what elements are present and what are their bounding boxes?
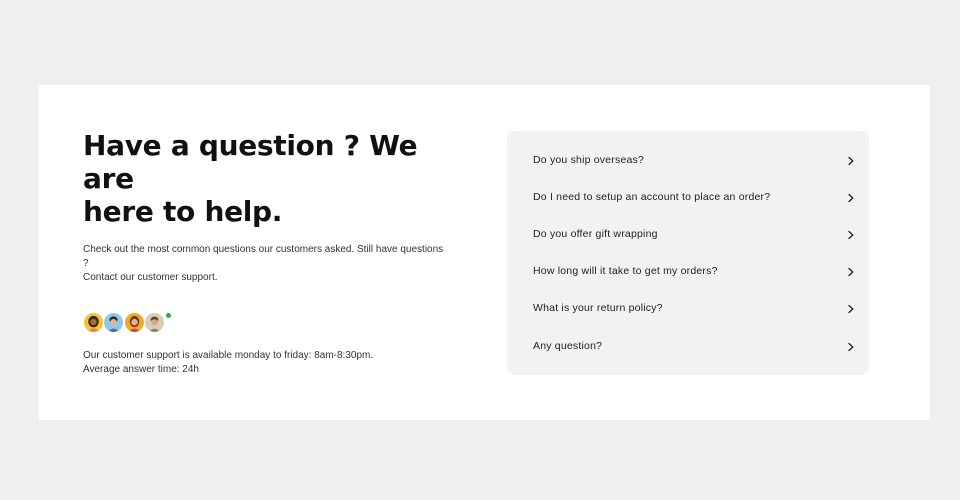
help-intro: Have a question ? We are here to help. C… bbox=[83, 129, 453, 377]
support-team-avatars bbox=[83, 312, 183, 334]
faq-item[interactable]: Any question? bbox=[507, 327, 869, 364]
page-title: Have a question ? We are here to help. bbox=[83, 129, 453, 228]
faq-item[interactable]: Do I need to setup an account to place a… bbox=[507, 178, 869, 215]
intro-line-2: Contact our customer support. bbox=[83, 272, 218, 283]
faq-list: Do you ship overseas? Do I need to setup… bbox=[507, 131, 869, 375]
chevron-right-icon bbox=[848, 268, 854, 277]
chevron-right-icon bbox=[848, 342, 854, 351]
chevron-right-icon bbox=[848, 193, 854, 202]
intro-text: Check out the most common questions our … bbox=[83, 243, 448, 285]
online-status-dot bbox=[165, 312, 172, 319]
title-line-2: here to help. bbox=[83, 195, 283, 228]
chevron-right-icon bbox=[848, 230, 854, 240]
chevron-right-icon bbox=[848, 305, 854, 314]
faq-item[interactable]: Do you offer gift wrapping bbox=[507, 215, 869, 252]
faq-section: Have a question ? We are here to help. C… bbox=[39, 85, 930, 420]
avatar-person-2 bbox=[103, 312, 124, 333]
faq-item[interactable]: How long will it take to get my orders? bbox=[507, 253, 869, 290]
title-line-1: Have a question ? We are bbox=[83, 129, 418, 195]
support-response-time: Average answer time: 24h bbox=[83, 364, 199, 375]
faq-question: What is your return policy? bbox=[533, 302, 663, 315]
faq-question: Do I need to setup an account to place a… bbox=[533, 190, 771, 203]
avatar-person-4 bbox=[144, 312, 165, 333]
avatar-person-3 bbox=[124, 312, 145, 333]
chevron-right-icon bbox=[848, 156, 854, 165]
faq-question: Do you ship overseas? bbox=[533, 153, 645, 166]
faq-item[interactable]: What is your return policy? bbox=[507, 290, 869, 327]
support-hours: Our customer support is available monday… bbox=[83, 350, 374, 361]
intro-line-1: Check out the most common questions our … bbox=[83, 244, 444, 269]
support-info: Our customer support is available monday… bbox=[83, 349, 453, 377]
avatar-person-1 bbox=[83, 312, 104, 333]
faq-question: Do you offer gift wrapping bbox=[533, 227, 658, 240]
faq-item[interactable]: Do you ship overseas? bbox=[507, 141, 869, 178]
faq-question: Any question? bbox=[533, 339, 603, 352]
faq-question: How long will it take to get my orders? bbox=[533, 265, 718, 278]
